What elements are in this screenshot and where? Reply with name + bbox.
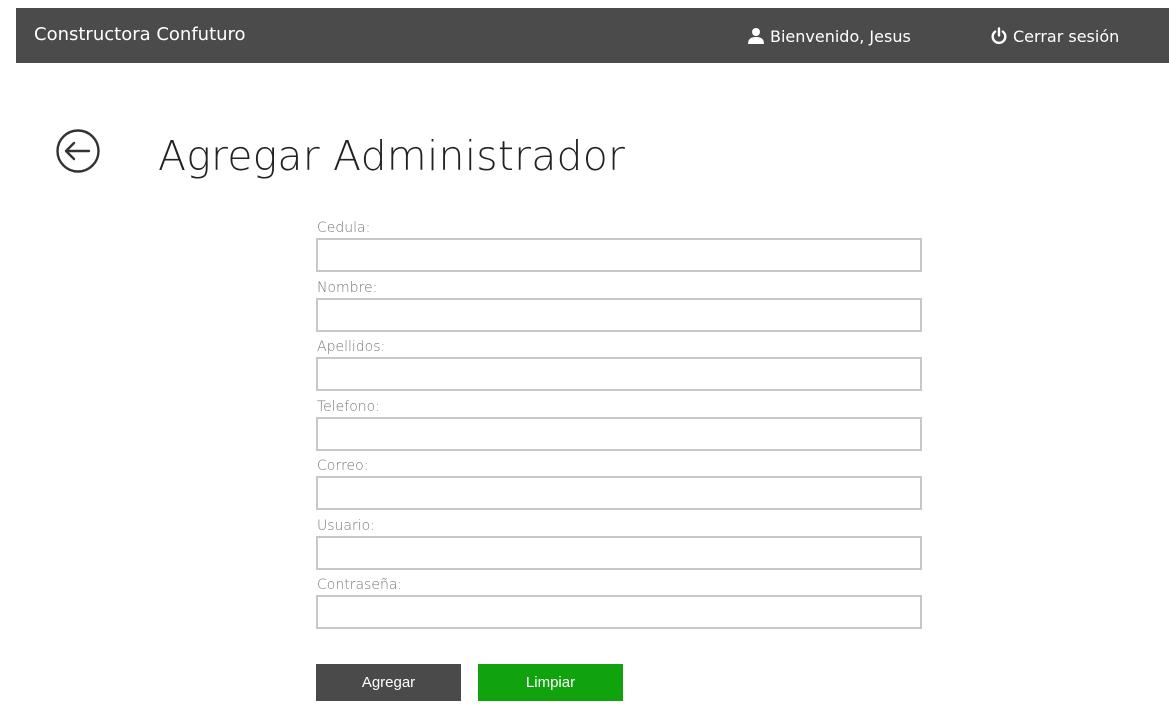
correo-input[interactable] — [316, 476, 922, 510]
clear-button[interactable]: Limpiar — [478, 664, 623, 701]
field-correo: Correo: — [316, 456, 924, 516]
add-button[interactable]: Agregar — [316, 664, 461, 701]
usuario-input[interactable] — [316, 535, 922, 570]
nombre-input[interactable] — [316, 297, 922, 332]
form-actions: Agregar Limpiar — [316, 664, 623, 701]
contrasena-label: Contraseña: — [317, 577, 403, 593]
welcome-user: Bienvenido, Jesus — [747, 25, 911, 47]
cedula-input[interactable] — [316, 238, 922, 272]
logout-link[interactable]: Cerrar sesión — [990, 25, 1119, 47]
nombre-label: Nombre: — [317, 279, 378, 296]
app-window: Constructora Confuturo Bienvenido, Jesus… — [0, 0, 1169, 721]
page-title: Agregar Administrador — [158, 132, 626, 180]
field-telefono: Telefono: — [316, 397, 924, 457]
apellidos-input[interactable] — [316, 357, 922, 391]
back-arrow-icon[interactable] — [52, 123, 108, 179]
field-contrasena: Contraseña: — [316, 575, 924, 635]
field-usuario: Usuario: — [316, 516, 924, 576]
user-icon — [747, 27, 765, 45]
field-cedula: Cedula: — [316, 218, 924, 278]
usuario-label: Usuario: — [317, 517, 375, 534]
cedula-label: Cedula: — [317, 220, 371, 236]
power-icon — [990, 27, 1008, 45]
welcome-text: Bienvenido, Jesus — [770, 26, 911, 46]
field-nombre: Nombre: — [316, 278, 924, 338]
telefono-label: Telefono: — [317, 398, 380, 415]
brand-name[interactable]: Constructora Confuturo — [34, 24, 246, 46]
apellidos-label: Apellidos: — [317, 339, 386, 355]
correo-label: Correo: — [317, 458, 369, 474]
logout-label[interactable]: Cerrar sesión — [1013, 27, 1119, 46]
password-input[interactable] — [316, 595, 922, 629]
top-navbar: Constructora Confuturo Bienvenido, Jesus… — [16, 8, 1169, 63]
field-apellidos: Apellidos: — [316, 337, 924, 397]
add-admin-form: Cedula: Nombre: Apellidos: Telefono: Cor… — [316, 218, 924, 635]
telefono-input[interactable] — [316, 416, 922, 451]
